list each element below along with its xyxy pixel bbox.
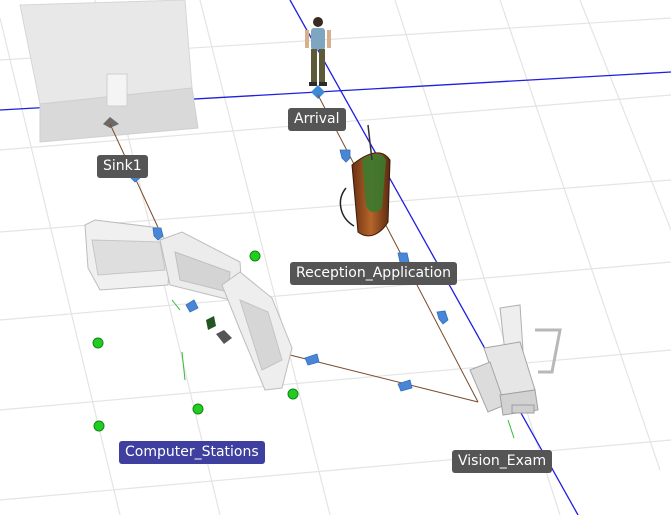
label-vision-exam[interactable]: Vision_Exam — [452, 450, 553, 473]
green-dot-icon — [287, 388, 299, 400]
arrival-person-figure[interactable] — [305, 17, 331, 99]
label-computer-stations[interactable]: Computer_Stations — [119, 441, 265, 464]
label-arrival[interactable]: Arrival — [288, 108, 346, 131]
vision-exam-object[interactable] — [469, 304, 562, 439]
3d-model-viewport[interactable]: Sink1 Arrival Reception_Application Comp… — [0, 0, 671, 515]
label-reception-application[interactable]: Reception_Application — [290, 262, 457, 285]
sink1-object[interactable] — [19, 0, 199, 143]
green-dot-icon — [249, 250, 261, 262]
label-sink1[interactable]: Sink1 — [97, 155, 148, 178]
green-dot-icon — [93, 420, 105, 432]
green-dot-icon — [192, 403, 204, 415]
reception-desk-object[interactable] — [339, 124, 391, 237]
scene-canvas[interactable] — [0, 0, 671, 515]
green-dot-icon — [92, 337, 104, 349]
